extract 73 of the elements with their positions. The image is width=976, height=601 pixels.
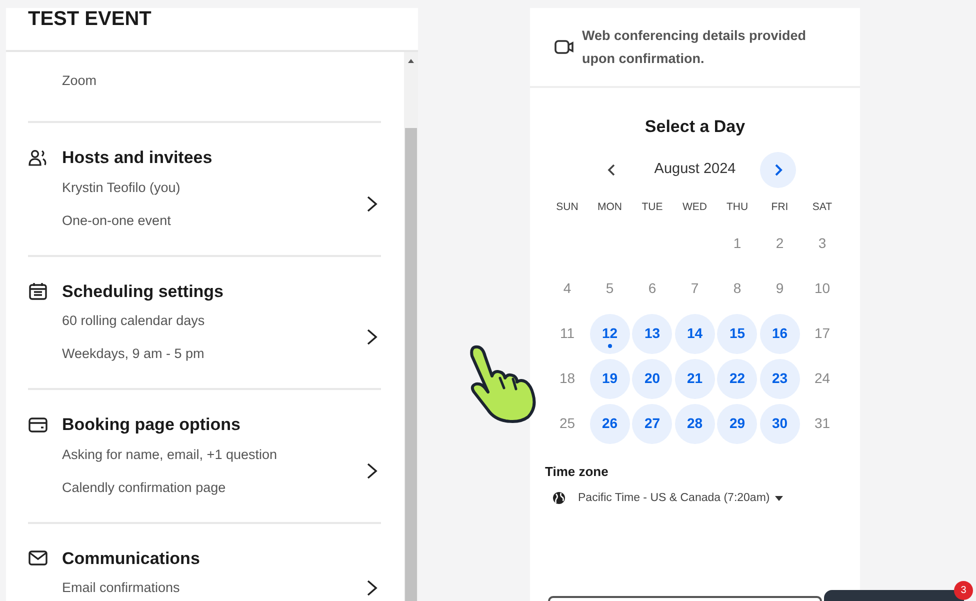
- scroll-up-icon[interactable]: [407, 58, 415, 64]
- calendar-day[interactable]: 15: [717, 314, 758, 354]
- chevron-right-icon: [772, 162, 783, 176]
- calendar-day[interactable]: 5: [590, 268, 630, 309]
- people-icon: [28, 148, 48, 168]
- envelope-icon: [28, 548, 48, 568]
- video-camera-icon: [554, 39, 574, 55]
- calendar-day[interactable]: 22: [717, 358, 758, 399]
- weekday-label: WED: [682, 200, 707, 214]
- globe-icon: [552, 491, 566, 506]
- time-zone-dropdown[interactable]: Pacific Time - US & Canada (7:20am): [552, 490, 783, 507]
- calendar-day[interactable]: 23: [760, 358, 800, 399]
- calendar-day[interactable]: 19: [590, 358, 630, 399]
- scrollbar[interactable]: [404, 52, 418, 601]
- calendar-icon: [28, 281, 48, 302]
- calendar-day[interactable]: 31: [802, 404, 842, 444]
- calendar-day[interactable]: 13: [632, 314, 672, 354]
- calendar-day[interactable]: 26: [590, 404, 630, 444]
- weekday-label: MON: [598, 200, 622, 214]
- weekday-label: SUN: [556, 200, 578, 214]
- calendar-day[interactable]: 2: [760, 224, 800, 264]
- calendar-day[interactable]: 17: [802, 314, 842, 354]
- calendar-day[interactable]: 1: [717, 224, 758, 264]
- section-title[interactable]: Booking page options: [62, 412, 240, 438]
- calendar-day[interactable]: 29: [717, 404, 758, 444]
- calendar-day[interactable]: 4: [547, 268, 588, 309]
- time-zone-label: Time zone: [545, 463, 608, 482]
- panel-title: TEST EVENT: [28, 7, 152, 32]
- chevron-right-icon[interactable]: [365, 194, 379, 212]
- section-title[interactable]: Scheduling settings: [62, 278, 224, 304]
- calendar-day[interactable]: 21: [674, 358, 715, 399]
- calendar-day[interactable]: 6: [632, 268, 672, 309]
- calendar-day[interactable]: 8: [717, 268, 758, 309]
- calendar-day[interactable]: 9: [760, 268, 800, 309]
- calendar-day[interactable]: 3: [802, 224, 842, 264]
- chevron-right-icon[interactable]: [365, 462, 379, 480]
- weekday-label: SAT: [812, 200, 832, 214]
- section-detail: Krystin Teofilo (you): [62, 178, 180, 197]
- section-detail: Email confirmations: [62, 579, 180, 597]
- weekday-label: FRI: [771, 200, 788, 214]
- calendar-day[interactable]: 18: [547, 358, 588, 399]
- calendar-title: Select a Day: [644, 116, 746, 138]
- calendar-day[interactable]: 14: [674, 314, 715, 354]
- calendar-day[interactable]: 12: [590, 314, 630, 354]
- calendar-day[interactable]: 25: [547, 404, 588, 444]
- calendar-day[interactable]: 10: [802, 268, 842, 309]
- section-detail: Zoom: [62, 72, 97, 90]
- calendar-day[interactable]: 28: [674, 404, 715, 444]
- section-detail: 60 rolling calendar days: [62, 312, 205, 330]
- section-detail: Calendly confirmation page: [62, 478, 226, 497]
- section-title[interactable]: Hosts and invitees: [62, 145, 212, 170]
- card-icon: [28, 414, 48, 435]
- chevron-right-icon[interactable]: [365, 578, 379, 596]
- conferencing-note: Web conferencing details provided upon confirmation.: [582, 27, 808, 68]
- month-label: August 2024: [654, 160, 736, 179]
- calendar-day[interactable]: 30: [760, 404, 800, 444]
- section-detail: Weekdays, 9 am - 5 pm: [62, 345, 204, 363]
- section-detail: Asking for name, email, +1 question: [62, 446, 277, 464]
- calendar-day[interactable]: 20: [632, 358, 672, 399]
- notification-badge: 3: [954, 581, 973, 600]
- calendar-day[interactable]: 11: [547, 314, 588, 354]
- calendar-day[interactable]: 16: [760, 314, 800, 354]
- calendar-day[interactable]: 27: [632, 404, 672, 444]
- calendar-day[interactable]: 24: [802, 358, 842, 399]
- calendar-day[interactable]: 7: [674, 268, 715, 309]
- outline-button[interactable]: [548, 596, 822, 601]
- weekday-label: THU: [726, 200, 748, 214]
- weekday-label: TUE: [642, 200, 663, 214]
- section-title[interactable]: Communications: [62, 546, 200, 571]
- caret-icon: [774, 496, 783, 501]
- chevron-left-icon: [607, 162, 618, 176]
- chevron-right-icon[interactable]: [365, 328, 379, 346]
- section-detail: One-on-one event: [62, 212, 171, 230]
